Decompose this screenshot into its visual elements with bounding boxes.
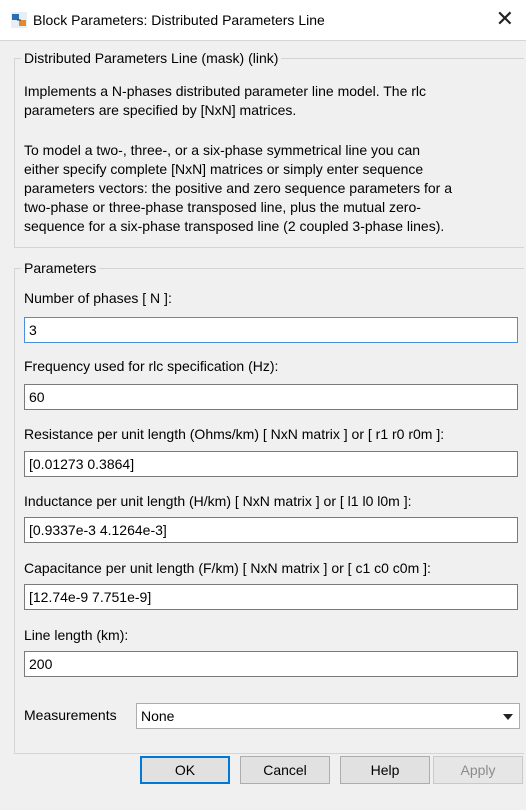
close-icon[interactable]: ✕: [496, 6, 514, 32]
mask-legend: Distributed Parameters Line (mask) (link…: [21, 49, 282, 67]
line-length-label: Line length (km):: [24, 627, 129, 643]
capacitance-input[interactable]: [12.74e-9 7.751e-9]: [24, 584, 518, 610]
description-line: parameters are specified by [NxN] matric…: [24, 102, 297, 118]
description-line: Implements a N-phases distributed parame…: [24, 83, 427, 99]
measurements-select[interactable]: None: [136, 703, 520, 729]
inductance-label: Inductance per unit length (H/km) [ NxN …: [24, 493, 412, 509]
capacitance-label: Capacitance per unit length (F/km) [ NxN…: [24, 560, 431, 576]
line-length-input[interactable]: 200: [24, 651, 518, 677]
inductance-input[interactable]: [0.9337e-3 4.1264e-3]: [24, 517, 518, 543]
simulink-block-icon: [11, 12, 27, 28]
chevron-down-icon[interactable]: [503, 714, 513, 720]
resistance-label: Resistance per unit length (Ohms/km) [ N…: [24, 426, 445, 442]
description-line: two-phase or three-phase transposed line…: [24, 199, 421, 215]
num-phases-label: Number of phases [ N ]:: [24, 290, 172, 306]
help-button[interactable]: Help: [340, 756, 430, 784]
num-phases-input[interactable]: 3: [24, 317, 518, 343]
apply-button[interactable]: Apply: [433, 756, 523, 784]
title-bar: Block Parameters: Distributed Parameters…: [0, 0, 526, 41]
ok-button[interactable]: OK: [140, 756, 230, 784]
resistance-input[interactable]: [0.01273 0.3864]: [24, 451, 518, 477]
description-line: parameters vectors: the positive and zer…: [24, 180, 452, 196]
measurements-label: Measurements: [24, 707, 117, 723]
mask-description-2: To model a two-, three-, or a six-phase …: [24, 141, 524, 236]
description-line: sequence for a six-phase transposed line…: [24, 218, 445, 234]
frequency-label: Frequency used for rlc specification (Hz…: [24, 358, 279, 374]
window-title: Block Parameters: Distributed Parameters…: [33, 12, 325, 28]
frequency-input[interactable]: 60: [24, 384, 518, 410]
description-line: either specify complete [NxN] matrices o…: [24, 161, 424, 177]
parameters-legend: Parameters: [21, 259, 100, 277]
cancel-button[interactable]: Cancel: [240, 756, 330, 784]
measurements-value: None: [141, 708, 175, 724]
mask-description-1: Implements a N-phases distributed parame…: [24, 82, 524, 120]
description-line: To model a two-, three-, or a six-phase …: [24, 142, 421, 158]
